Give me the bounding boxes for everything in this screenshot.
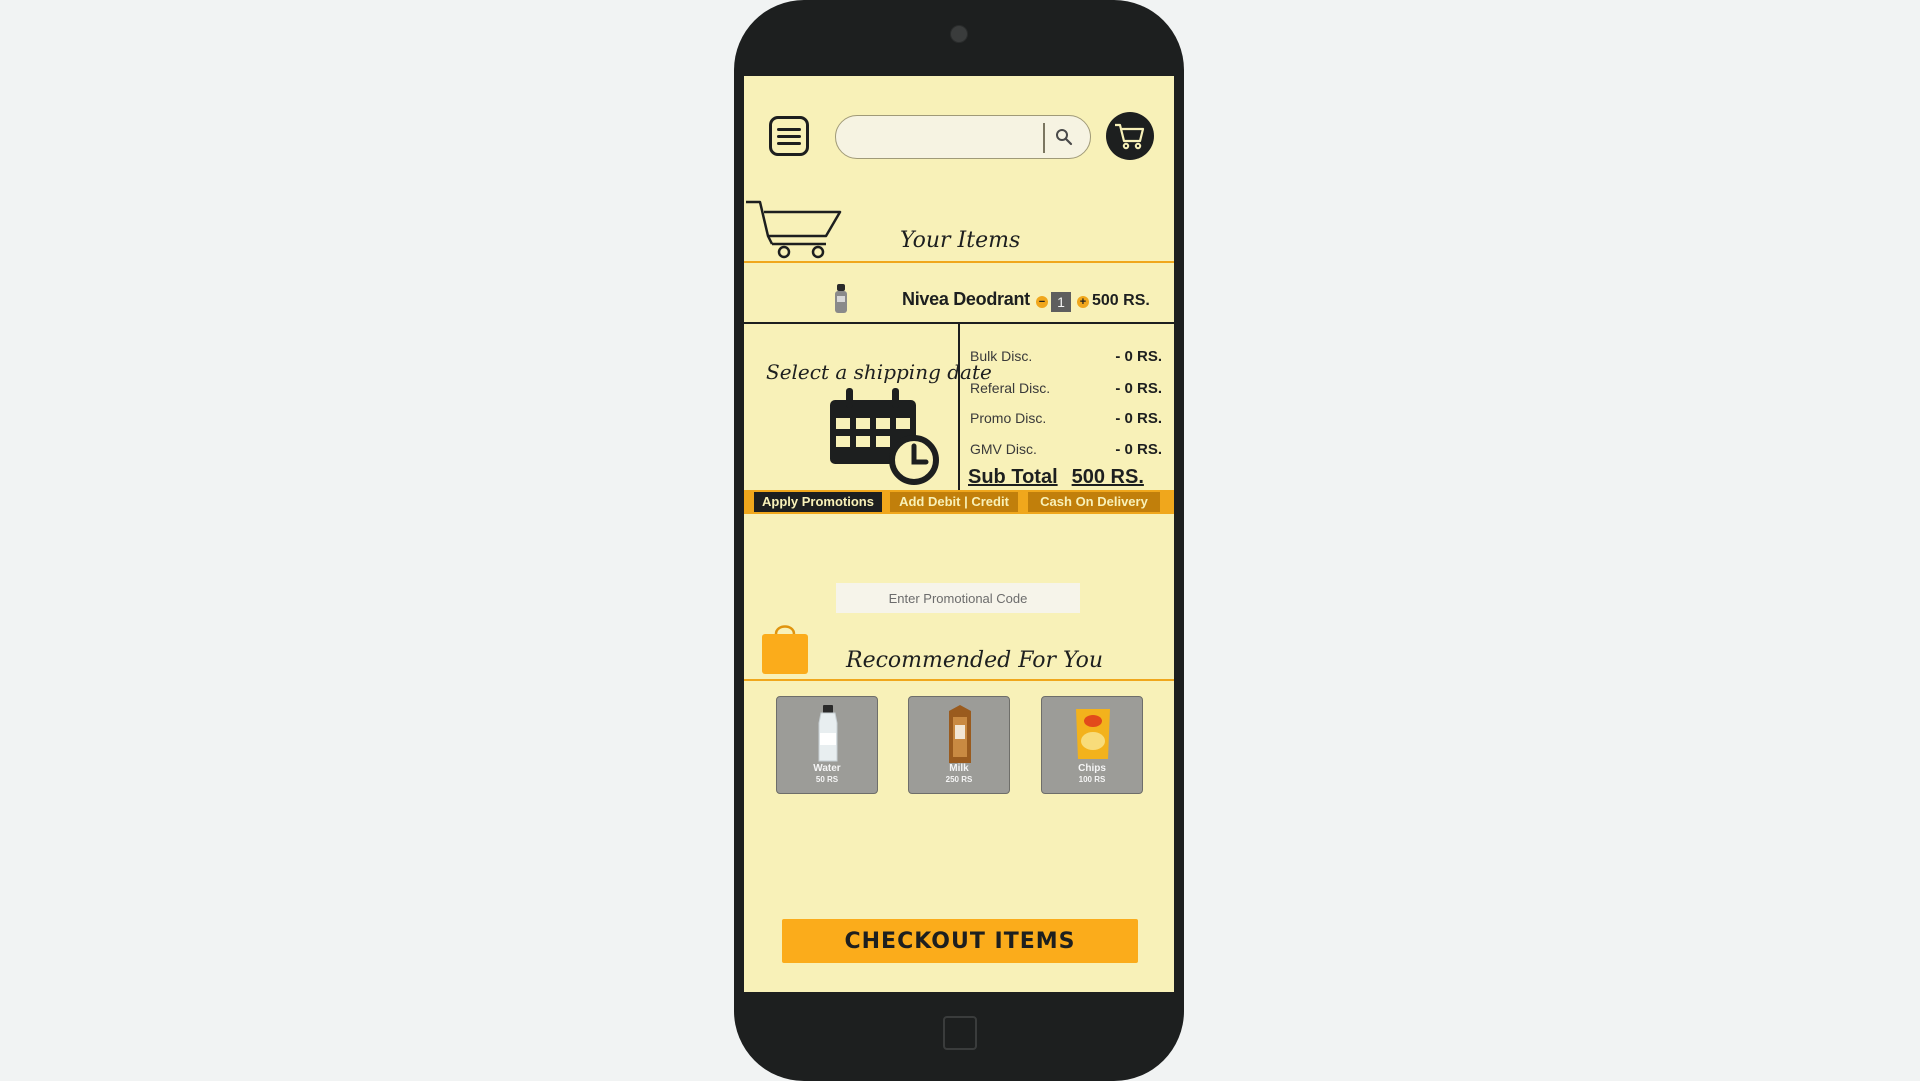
shopping-cart-icon bbox=[746, 200, 842, 259]
subtotal: Sub Total 500 RS. bbox=[968, 466, 1144, 489]
menu-icon[interactable] bbox=[769, 116, 809, 156]
search-icon[interactable] bbox=[1053, 126, 1075, 148]
search-input[interactable] bbox=[850, 124, 1040, 152]
discount-label: Referal Disc. bbox=[970, 380, 1051, 396]
discount-value: - 0 RS. bbox=[1115, 410, 1162, 427]
subtotal-label: Sub Total bbox=[968, 466, 1058, 488]
recommended-item-chips[interactable]: Chips 100 RS bbox=[1041, 696, 1143, 794]
promo-code-input[interactable] bbox=[836, 583, 1080, 613]
discount-label: Promo Disc. bbox=[970, 410, 1047, 426]
recommended-item-price: 50 RS bbox=[815, 775, 839, 784]
quantity-value: 1 bbox=[1051, 292, 1071, 312]
milk-carton-image bbox=[949, 705, 971, 763]
discount-row: Referal Disc. - 0 RS. bbox=[970, 380, 1170, 402]
payment-tabs: Apply Promotions Add Debit | Credit Cash… bbox=[744, 490, 1174, 514]
camera-icon bbox=[950, 25, 968, 43]
discount-value: - 0 RS. bbox=[1115, 348, 1162, 365]
recommended-item-milk[interactable]: Milk 250 RS bbox=[908, 696, 1010, 794]
search-divider bbox=[1043, 123, 1045, 153]
search-bar bbox=[835, 115, 1091, 159]
tab-apply-promotions[interactable]: Apply Promotions bbox=[754, 492, 882, 512]
home-button[interactable] bbox=[943, 1016, 977, 1050]
cart-glyph-icon bbox=[1115, 123, 1145, 150]
recommended-item-water[interactable]: Water 50 RS bbox=[776, 696, 878, 794]
app-screen: Your Items Nivea Deodrant − 1 + 500 RS. … bbox=[744, 76, 1174, 992]
discount-label: Bulk Disc. bbox=[970, 348, 1033, 364]
menu-bar bbox=[777, 127, 801, 131]
your-items-title: Your Items bbox=[900, 228, 1021, 253]
discount-value: - 0 RS. bbox=[1115, 441, 1162, 458]
menu-bar bbox=[777, 141, 801, 145]
recommended-item-price: 250 RS bbox=[945, 775, 973, 784]
recommended-item-price: 100 RS bbox=[1078, 775, 1106, 784]
tab-add-debit-credit[interactable]: Add Debit | Credit bbox=[890, 492, 1018, 512]
recommended-item-name: Chips bbox=[1078, 763, 1106, 774]
tab-cash-on-delivery[interactable]: Cash On Delivery bbox=[1028, 492, 1160, 512]
cart-item-row: Nivea Deodrant − 1 + 500 RS. bbox=[744, 262, 1174, 322]
menu-bar bbox=[777, 134, 801, 138]
shipping-date-title: Select a shipping date bbox=[766, 360, 992, 384]
column-divider bbox=[958, 322, 960, 490]
discount-row: GMV Disc. - 0 RS. bbox=[970, 441, 1170, 463]
phone-frame: Your Items Nivea Deodrant − 1 + 500 RS. … bbox=[734, 0, 1184, 1081]
checkout-button[interactable]: CHECKOUT ITEMS bbox=[782, 919, 1138, 963]
quantity-increase-button[interactable]: + bbox=[1077, 296, 1089, 308]
discount-label: GMV Disc. bbox=[970, 441, 1037, 457]
quantity-decrease-button[interactable]: − bbox=[1036, 296, 1048, 308]
discount-value: - 0 RS. bbox=[1115, 380, 1162, 397]
discount-row: Promo Disc. - 0 RS. bbox=[970, 410, 1170, 432]
subtotal-value: 500 RS. bbox=[1071, 466, 1144, 488]
item-name: Nivea Deodrant bbox=[902, 289, 1030, 309]
deodorant-image bbox=[835, 284, 847, 313]
shopping-bag-icon bbox=[762, 625, 808, 674]
cart-icon[interactable] bbox=[1106, 112, 1154, 160]
recommended-item-name: Milk bbox=[949, 763, 969, 774]
water-bottle-image bbox=[818, 705, 838, 762]
calendar-clock-icon[interactable] bbox=[826, 386, 944, 486]
discount-row: Bulk Disc. - 0 RS. bbox=[970, 348, 1170, 370]
recommended-item-name: Water bbox=[813, 763, 841, 774]
recommended-title: Recommended For You bbox=[846, 648, 1104, 673]
item-price: 500 RS. bbox=[1092, 292, 1150, 309]
chips-bag-image bbox=[1076, 709, 1110, 759]
recommended-divider bbox=[744, 679, 1174, 681]
